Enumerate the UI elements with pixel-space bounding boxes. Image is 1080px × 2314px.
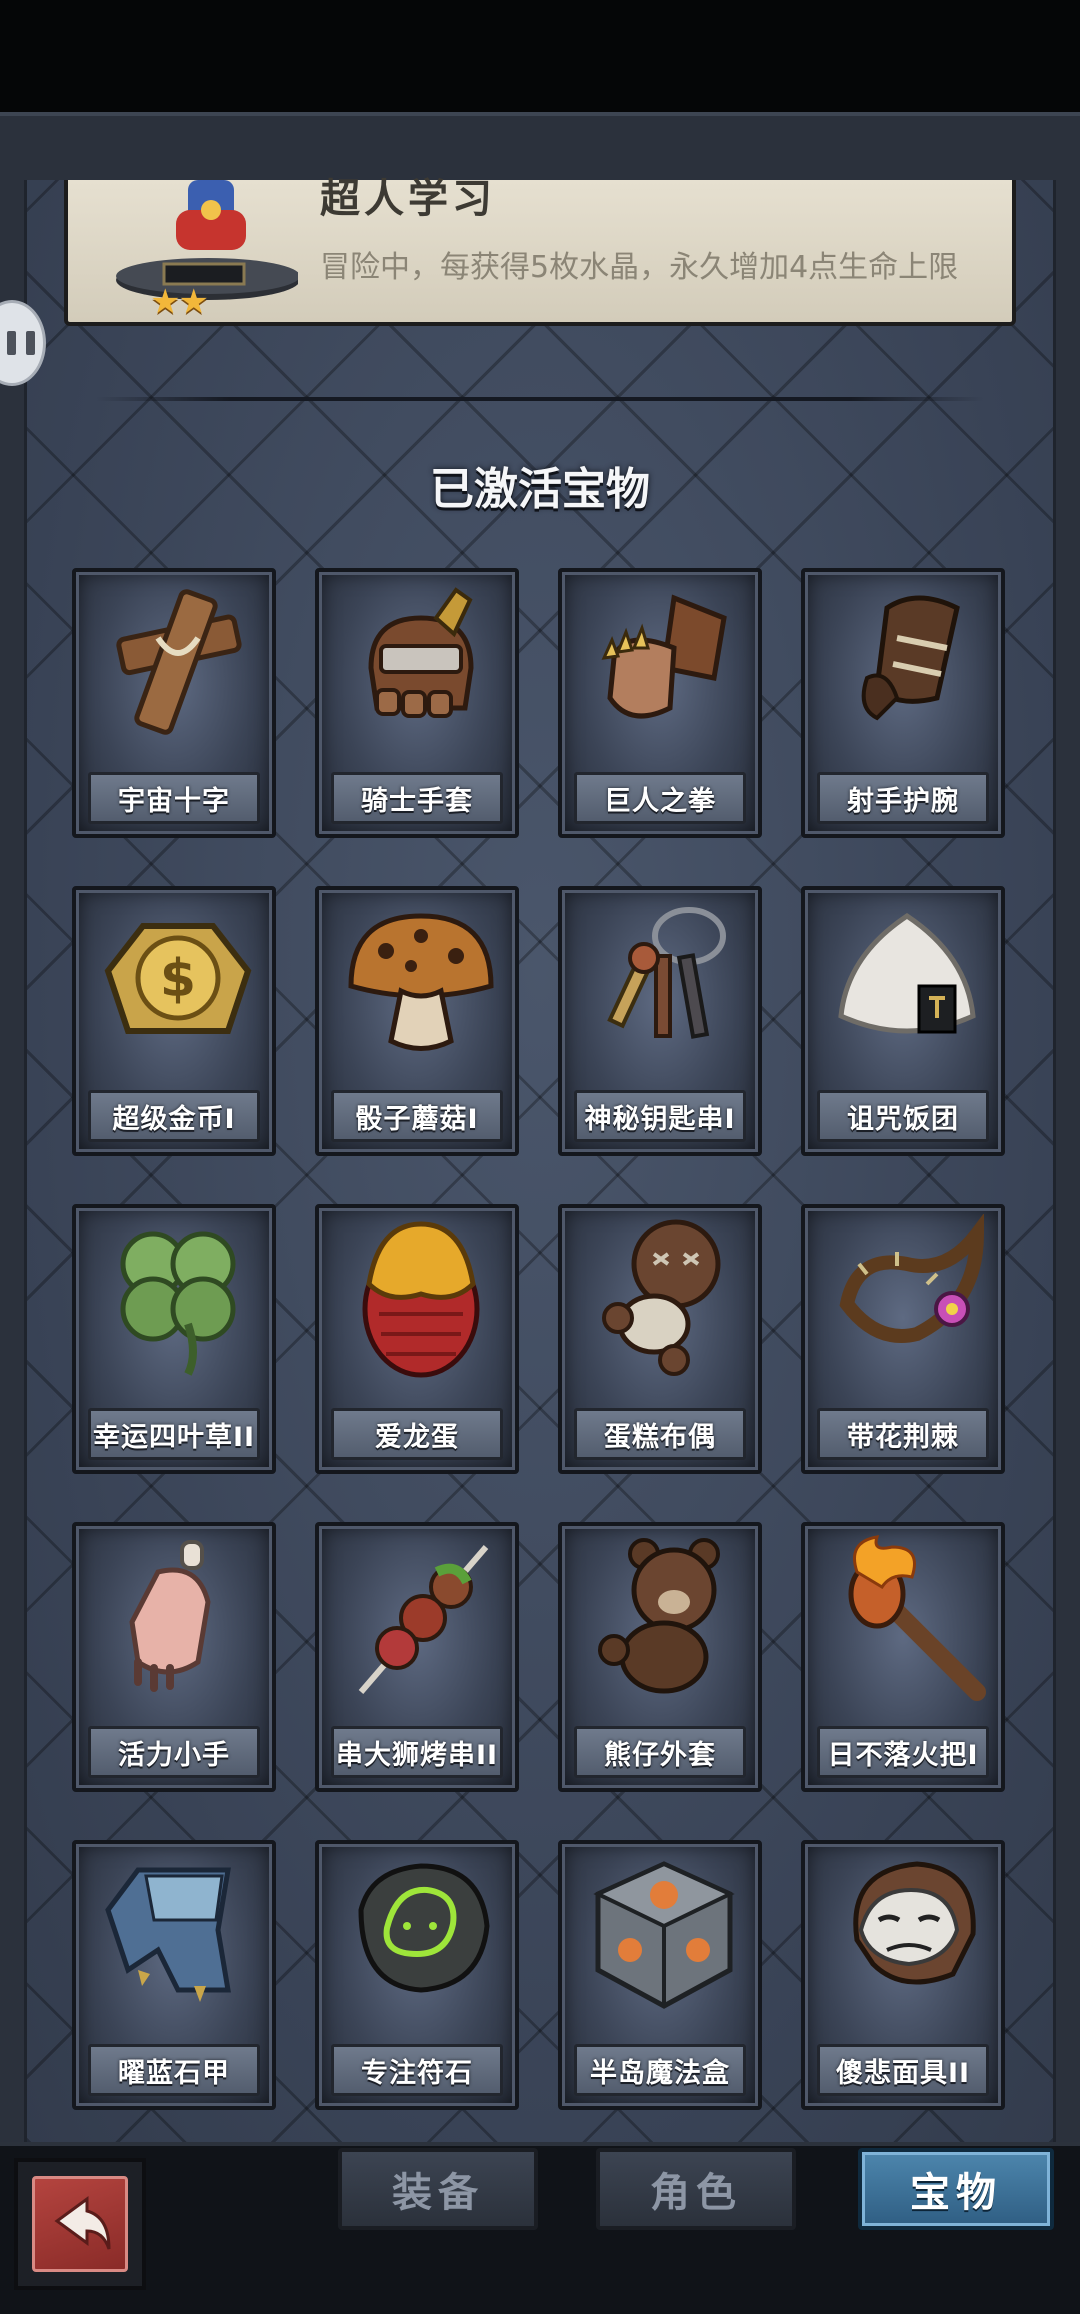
rune-stone-icon — [358, 1863, 490, 1993]
gold-coin-icon: $ — [104, 923, 252, 1034]
treasure-item[interactable]: 宇宙十字 — [72, 568, 276, 838]
treasure-item[interactable]: 曜蓝石甲 — [72, 1840, 276, 2110]
treasure-item[interactable]: 射手护腕 — [801, 568, 1005, 838]
torch-icon — [848, 1535, 986, 1701]
treasure-item[interactable]: 带花荆棘 — [801, 1204, 1005, 1474]
treasure-label: 幸运四叶草II — [88, 1408, 260, 1460]
treasure-label: 蛋糕布偶 — [574, 1408, 746, 1460]
rice-ball-icon — [838, 912, 976, 1034]
treasure-label: 熊仔外套 — [574, 1726, 746, 1778]
skewer-icon — [358, 1545, 489, 1694]
treasure-label: 骰子蘑菇I — [331, 1090, 503, 1142]
treasure-label: 串大狮烤串II — [331, 1726, 503, 1778]
treasure-label: 傻悲面具II — [817, 2044, 989, 2096]
treasure-item[interactable]: 半岛魔法盒 — [558, 1840, 762, 2110]
treasure-label: 活力小手 — [88, 1726, 260, 1778]
section-title: 已激活宝物 — [430, 464, 650, 515]
tab-treasure[interactable]: 宝物 — [858, 2148, 1054, 2230]
hero-title: 超人学习 — [320, 176, 496, 222]
treasure-grid: 宇宙十字 骑士手套 巨人之拳 射手护腕 $ 超级金币I 骰子蘑菇I 神秘钥匙串I… — [72, 568, 1005, 2110]
archer-bracer-icon — [861, 595, 960, 721]
pause-icon — [7, 331, 35, 355]
giant-fist-icon — [601, 594, 727, 719]
four-leaf-clover-icon — [120, 1231, 236, 1376]
mask-icon — [853, 1861, 976, 1985]
treasure-label: 诅咒饭团 — [817, 1090, 989, 1142]
voodoo-doll-icon — [602, 1219, 721, 1376]
treasure-label: 曜蓝石甲 — [88, 2044, 260, 2096]
treasure-label: 爱龙蛋 — [331, 1408, 503, 1460]
blue-armor-icon — [105, 1867, 231, 2002]
svg-text:$: $ — [160, 949, 196, 1009]
key-ring-icon — [607, 907, 726, 1039]
treasure-item[interactable]: 专注符石 — [315, 1840, 519, 2110]
treasure-item[interactable]: 蛋糕布偶 — [558, 1204, 762, 1474]
dice-mushroom-icon — [348, 913, 494, 1051]
treasure-item[interactable]: 熊仔外套 — [558, 1522, 762, 1792]
treasure-item[interactable]: 活力小手 — [72, 1522, 276, 1792]
treasure-item[interactable]: 神秘钥匙串I — [558, 886, 762, 1156]
hero-description: 冒险中，每获得5枚水晶，永久增加4点生命上限 — [320, 250, 959, 285]
treasure-item[interactable]: 骰子蘑菇I — [315, 886, 519, 1156]
treasure-label: 带花荆棘 — [817, 1408, 989, 1460]
treasure-item[interactable]: 傻悲面具II — [801, 1840, 1005, 2110]
treasure-item[interactable]: 骑士手套 — [315, 568, 519, 838]
treasure-label: 宇宙十字 — [88, 772, 260, 824]
treasure-item[interactable]: 诅咒饭团 — [801, 886, 1005, 1156]
treasure-label: 专注符石 — [331, 2044, 503, 2096]
treasure-label: 超级金币I — [88, 1090, 260, 1142]
back-button[interactable] — [14, 2158, 146, 2290]
treasure-label: 巨人之拳 — [574, 772, 746, 824]
small-hand-icon — [129, 1540, 211, 1692]
treasure-label: 神秘钥匙串I — [574, 1090, 746, 1142]
star-rating: ★★ — [150, 282, 209, 322]
thorn-flower-icon — [839, 1214, 985, 1343]
teddy-bear-icon — [598, 1538, 720, 1694]
back-arrow-icon — [32, 2176, 128, 2272]
treasure-label: 骑士手套 — [331, 772, 503, 824]
knight-gauntlet-icon — [368, 587, 474, 718]
treasure-item[interactable]: 幸运四叶草II — [72, 1204, 276, 1474]
wooden-cross-icon — [116, 589, 242, 735]
treasure-item[interactable]: 串大狮烤串II — [315, 1522, 519, 1792]
treasure-item[interactable]: 巨人之拳 — [558, 568, 762, 838]
treasure-label: 日不落火把I — [817, 1726, 989, 1778]
section-divider — [96, 397, 984, 401]
tab-character[interactable]: 角色 — [596, 2148, 796, 2230]
tab-equipment[interactable]: 装备 — [338, 2148, 538, 2230]
dragon-egg-icon — [362, 1221, 480, 1378]
treasure-item[interactable]: 爱龙蛋 — [315, 1204, 519, 1474]
magic-cube-icon — [593, 1861, 735, 2009]
treasure-label: 半岛魔法盒 — [574, 2044, 746, 2096]
treasure-item[interactable]: $ 超级金币I — [72, 886, 276, 1156]
status-bar — [0, 0, 1080, 112]
treasure-label: 射手护腕 — [817, 772, 989, 824]
treasure-item[interactable]: 日不落火把I — [801, 1522, 1005, 1792]
